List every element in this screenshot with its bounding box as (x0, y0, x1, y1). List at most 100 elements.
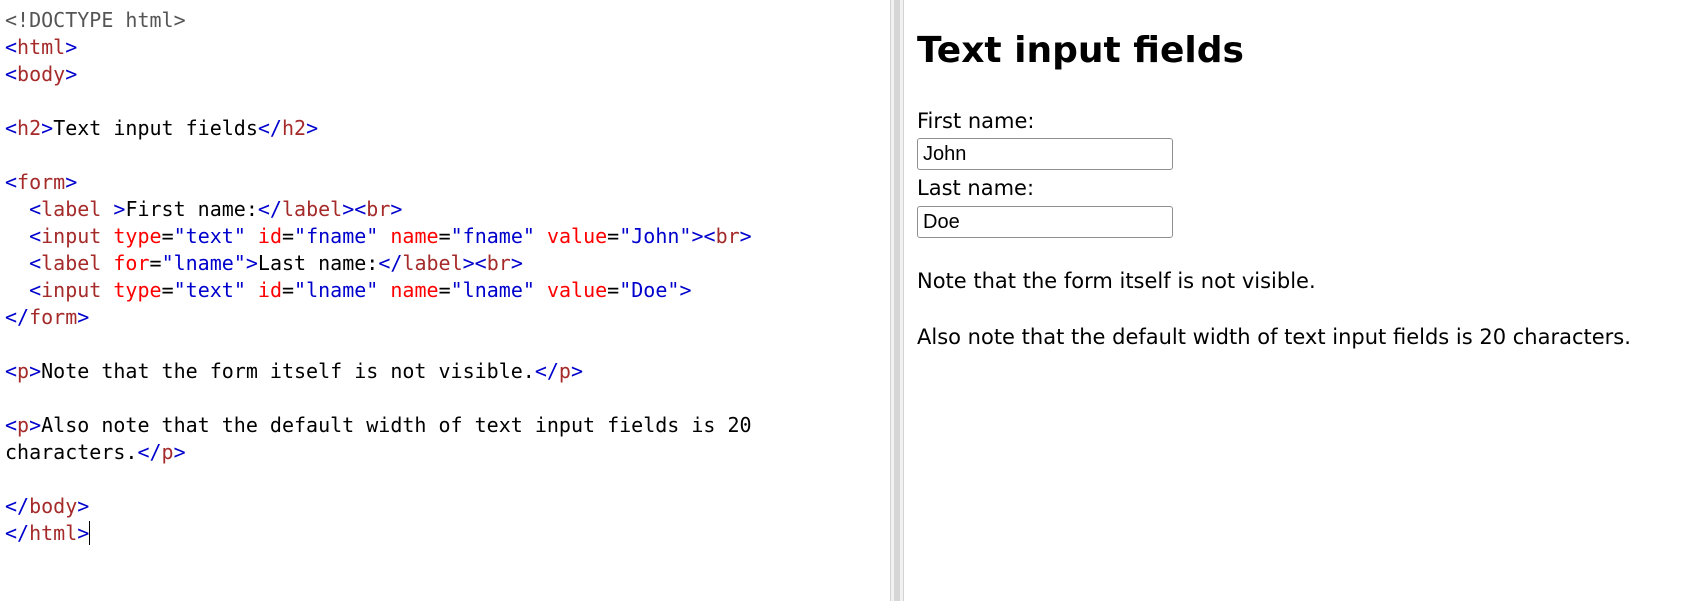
code-line: </form> (5, 304, 752, 331)
code-token: = (161, 224, 174, 248)
code-token: Last name: (257, 251, 379, 275)
code-token: br (486, 251, 511, 275)
code-token: br (366, 197, 391, 221)
code-token: = (282, 278, 295, 302)
code-token: > (570, 359, 584, 383)
code-line: </body> (5, 493, 752, 520)
code-line: <p>Note that the form itself is not visi… (5, 358, 752, 385)
code-token: id (257, 224, 282, 248)
code-token: label (281, 197, 343, 221)
code-token: p (17, 413, 30, 437)
code-token: </ (137, 440, 162, 464)
code-token: < (29, 251, 42, 275)
code-token: First name: (125, 197, 258, 221)
code-token: = (607, 224, 620, 248)
code-token: name (390, 224, 439, 248)
note-form-not-visible: Note that the form itself is not visible… (917, 269, 1316, 293)
code-token: value (546, 224, 608, 248)
code-token: < (5, 62, 18, 86)
code-token: > (29, 413, 42, 437)
code-token: = (607, 278, 620, 302)
code-token: "lname" (294, 278, 379, 302)
code-token: <!DOCTYPE html> (5, 8, 186, 32)
code-token: Note that the form itself is not visible… (41, 359, 535, 383)
code-token: h2 (281, 116, 307, 140)
code-token: value (546, 278, 608, 302)
note-default-width: Also note that the default width of text… (917, 325, 1631, 349)
code-token: > (29, 359, 42, 383)
code-token: < (5, 413, 18, 437)
code-token: > (245, 251, 258, 275)
code-token: "Doe" (619, 278, 680, 302)
result-heading: Text input fields (917, 30, 1244, 71)
code-token: body (17, 62, 66, 86)
code-token: "text" (173, 278, 246, 302)
code-token: = (438, 224, 451, 248)
first-name-label: First name: (917, 109, 1035, 133)
code-token: > (65, 170, 78, 194)
code-token: > (77, 305, 90, 329)
code-token: >< (342, 197, 367, 221)
code-token: > (173, 440, 186, 464)
code-token: </ (257, 197, 282, 221)
code-token: "fname" (450, 224, 535, 248)
code-editor[interactable]: <!DOCTYPE html> <html> <body> <h2>Text inp… (0, 0, 890, 601)
first-name-input[interactable] (917, 138, 1173, 170)
last-name-input[interactable] (917, 206, 1173, 238)
code-token: "fname" (294, 224, 379, 248)
code-token: "lname" (161, 251, 246, 275)
code-line: <p>Also note that the default width of t… (5, 412, 752, 439)
code-token: > (679, 278, 692, 302)
splitter-grip[interactable] (894, 0, 900, 601)
code-token: "lname" (450, 278, 535, 302)
code-token: </ (5, 494, 30, 518)
code-token: </ (378, 251, 403, 275)
code-token: form (29, 305, 78, 329)
code-token: > (65, 35, 78, 59)
code-token: "John" (619, 224, 692, 248)
code-token: type (113, 278, 162, 302)
code-token: html (17, 35, 66, 59)
code-token: body (29, 494, 78, 518)
code-line: characters.</p> (5, 439, 752, 466)
code-token: </ (257, 116, 282, 140)
code-token: > (306, 116, 319, 140)
code-token: label (41, 251, 114, 275)
code-token: = (149, 251, 162, 275)
code-token: < (29, 278, 42, 302)
code-token: label (41, 197, 114, 221)
code-line: <html> (5, 34, 752, 61)
text-caret (89, 521, 91, 545)
code-token: > (390, 197, 403, 221)
code-token: characters. (5, 440, 138, 464)
code-token: id (257, 278, 282, 302)
code-token: </ (5, 305, 30, 329)
code-token: p (17, 359, 30, 383)
code-line: <form> (5, 169, 752, 196)
code-token: = (282, 224, 295, 248)
code-token: > (113, 197, 126, 221)
pane-splitter[interactable] (890, 0, 904, 601)
code-text[interactable]: <!DOCTYPE html> <html> <body> <h2>Text inp… (5, 7, 752, 547)
code-line: <label for="lname">Last name:</label><br… (5, 250, 752, 277)
code-line: <label >First name:</label><br> (5, 196, 752, 223)
code-token: html (29, 521, 78, 545)
code-token: > (41, 116, 54, 140)
code-token: h2 (17, 116, 42, 140)
code-token: < (29, 197, 42, 221)
code-line: <input type="text" id="fname" name="fnam… (5, 223, 752, 250)
code-token: > (65, 62, 78, 86)
code-token: </ (534, 359, 559, 383)
code-token: < (5, 359, 18, 383)
